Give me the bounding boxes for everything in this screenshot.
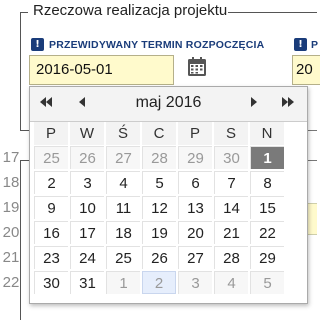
calendar-day[interactable]: 12 xyxy=(142,196,176,219)
calendar-day[interactable]: 20 xyxy=(178,221,212,244)
week-row: 18 2 3 4 5 6 7 8 xyxy=(3,171,307,195)
calendar-day[interactable]: 22 xyxy=(250,221,284,244)
end-date-label: P xyxy=(311,39,319,51)
start-date-input[interactable]: 2016-05-01 xyxy=(29,55,174,85)
calendar-day[interactable]: 29 xyxy=(250,246,284,269)
end-date-input[interactable]: 20 xyxy=(292,55,320,85)
calendar-day[interactable]: 27 xyxy=(106,146,140,169)
calendar-day[interactable]: 16 xyxy=(34,221,68,244)
week-number: 18 xyxy=(2,174,20,191)
weekday-header: W xyxy=(70,122,104,145)
calendar-day[interactable]: 17 xyxy=(70,221,104,244)
calendar-day[interactable]: 2 xyxy=(142,271,176,294)
calendar-day[interactable]: 13 xyxy=(178,196,212,219)
calendar-day[interactable]: 15 xyxy=(250,196,284,219)
calendar-day[interactable]: 21 xyxy=(214,221,248,244)
calendar-day[interactable]: 31 xyxy=(70,271,104,294)
calendar-day[interactable]: 6 xyxy=(178,171,212,194)
calendar-day[interactable]: 2 xyxy=(34,171,68,194)
calendar-day[interactable]: 27 xyxy=(178,246,212,269)
calendar-day[interactable]: 7 xyxy=(214,171,248,194)
chevron-right-icon xyxy=(251,97,257,107)
weekday-header: C xyxy=(142,122,176,145)
double-chevron-right-icon xyxy=(282,97,294,107)
calendar-day[interactable]: 29 xyxy=(178,146,212,169)
calendar-day[interactable]: 3 xyxy=(178,271,212,294)
prev-year-button[interactable] xyxy=(36,95,56,112)
prev-month-button[interactable] xyxy=(72,95,92,112)
double-chevron-left-icon xyxy=(40,97,52,107)
datepicker-header: maj 2016 xyxy=(30,87,307,122)
calendar-day[interactable]: 9 xyxy=(34,196,68,219)
next-year-button[interactable] xyxy=(278,95,298,112)
datepicker-popup: maj 2016 PWŚCPSN 17 25 26 27 28 29 30 1 18 2 3 4 5 6 7… xyxy=(3,86,308,304)
calendar-day[interactable]: 1 xyxy=(106,271,140,294)
info-icon[interactable]: ! xyxy=(294,38,307,51)
weekday-header: N xyxy=(250,122,284,145)
weekday-header: Ś xyxy=(106,122,140,145)
calendar-day[interactable]: 23 xyxy=(34,246,68,269)
calendar-day[interactable]: 5 xyxy=(250,271,284,294)
weekday-header-row: PWŚCPSN xyxy=(30,122,307,146)
info-icon[interactable]: ! xyxy=(31,38,44,51)
calendar-day[interactable]: 14 xyxy=(214,196,248,219)
start-date-label: PRZEWIDYWANY TERMIN ROZPOCZĘCIA xyxy=(49,39,265,51)
week-number: 19 xyxy=(2,199,20,216)
fieldset-legend: Rzeczowa realizacja projektu xyxy=(33,2,228,19)
fieldset-border xyxy=(20,12,28,13)
weekday-header: P xyxy=(178,122,212,145)
week-row: 22 30 31 1 2 3 4 5 xyxy=(3,271,307,295)
calendar-day[interactable]: 8 xyxy=(250,171,284,194)
calendar-day[interactable]: 28 xyxy=(214,246,248,269)
week-row: 21 23 24 25 26 27 28 29 xyxy=(3,246,307,270)
week-number: 22 xyxy=(2,274,20,291)
week-number: 17 xyxy=(2,149,20,166)
calendar-day[interactable]: 5 xyxy=(142,171,176,194)
weekday-header: P xyxy=(34,122,68,145)
week-row: 19 9 10 11 12 13 14 15 xyxy=(3,196,307,220)
next-month-button[interactable] xyxy=(244,95,264,112)
calendar-day[interactable]: 26 xyxy=(70,146,104,169)
chevron-left-icon xyxy=(79,97,85,107)
calendar-day[interactable]: 1 xyxy=(250,146,284,169)
calendar-day[interactable]: 30 xyxy=(214,146,248,169)
week-row: 17 25 26 27 28 29 30 1 xyxy=(3,146,307,170)
calendar-day[interactable]: 24 xyxy=(70,246,104,269)
week-number: 20 xyxy=(2,224,20,241)
weekday-header: S xyxy=(214,122,248,145)
calendar-icon[interactable] xyxy=(186,56,208,78)
month-title[interactable]: maj 2016 xyxy=(90,94,247,112)
calendar-day[interactable]: 25 xyxy=(106,246,140,269)
calendar-day[interactable]: 10 xyxy=(70,196,104,219)
calendar-day[interactable]: 25 xyxy=(34,146,68,169)
calendar-day[interactable]: 26 xyxy=(142,246,176,269)
calendar-day[interactable]: 19 xyxy=(142,221,176,244)
week-row: 20 16 17 18 19 20 21 22 xyxy=(3,221,307,245)
calendar-day[interactable]: 4 xyxy=(106,171,140,194)
calendar-day[interactable]: 4 xyxy=(214,271,248,294)
calendar-day[interactable]: 11 xyxy=(106,196,140,219)
week-number: 21 xyxy=(2,249,20,266)
fieldset-border xyxy=(20,12,21,130)
calendar-day[interactable]: 18 xyxy=(106,221,140,244)
calendar-day[interactable]: 28 xyxy=(142,146,176,169)
fieldset-border xyxy=(228,12,317,13)
calendar-day[interactable]: 3 xyxy=(70,171,104,194)
calendar-day[interactable]: 30 xyxy=(34,271,68,294)
